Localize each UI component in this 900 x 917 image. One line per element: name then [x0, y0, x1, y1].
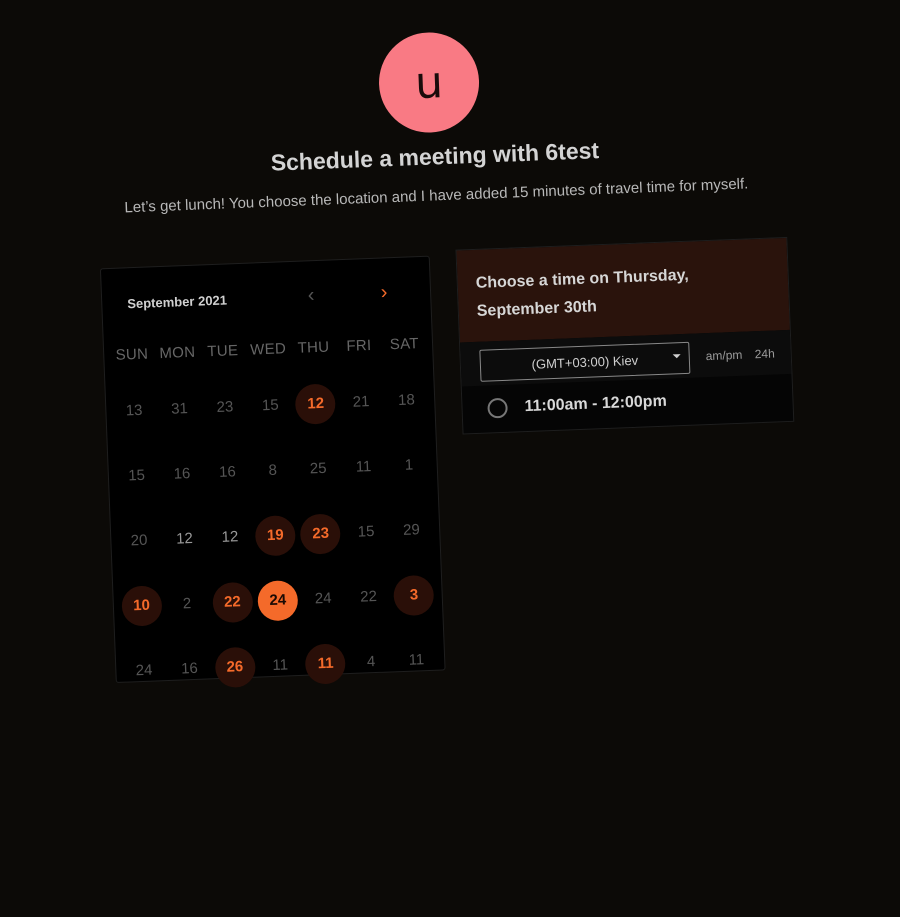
calendar-day[interactable]: 23 — [297, 500, 345, 567]
day-number: 3 — [393, 574, 435, 616]
day-number: 18 — [397, 391, 416, 409]
day-number: 15 — [357, 522, 375, 541]
calendar-day: 24 — [299, 565, 347, 632]
calendar-day: 20 — [115, 507, 163, 574]
calendar-day-selected[interactable]: 24 — [254, 567, 302, 634]
day-number: 4 — [366, 653, 376, 671]
weekday-label: FRI — [346, 336, 372, 355]
day-number: 25 — [309, 459, 327, 478]
calendar-day: 12 — [161, 505, 209, 572]
day-grid: 13 31 23 15 12 21 18 15 16 16 8 25 11 1 20 12 12 19 23 15 29… — [110, 367, 440, 704]
time-panel: Choose a time on Thursday, September 30t… — [455, 236, 795, 435]
day-number: 16 — [218, 463, 237, 481]
calendar-day: 16 — [203, 439, 251, 506]
calendar-day: 22 — [345, 563, 393, 630]
calendar-day: 25 — [294, 435, 342, 502]
day-number: 21 — [352, 393, 370, 411]
weekday-label: TUE — [206, 342, 239, 361]
day-number: 23 — [299, 512, 342, 555]
avatar: u — [377, 30, 481, 135]
calendar-day[interactable]: 19 — [251, 502, 299, 569]
day-number: 12 — [221, 528, 239, 546]
day-number: 11 — [272, 656, 289, 674]
radio-button[interactable] — [487, 397, 508, 419]
calendar-day: 11 — [393, 627, 441, 694]
timezone-value: (GMT+03:00) Kiev — [531, 352, 639, 372]
avatar-letter: u — [414, 56, 444, 109]
calendar-day: 11 — [340, 434, 388, 501]
calendar-day[interactable]: 11 — [302, 630, 350, 697]
calendar-day: 13 — [110, 377, 158, 444]
scheduler-page: u Schedule a meeting with 6test Let’s ge… — [0, 0, 900, 917]
chevron-left-icon: ‹ — [307, 283, 315, 306]
day-number: 16 — [180, 659, 199, 678]
calendar-day: 12 — [206, 504, 254, 571]
day-number: 19 — [254, 514, 297, 557]
prev-month-button[interactable]: ‹ — [299, 283, 324, 308]
24h-toggle[interactable]: 24h — [754, 346, 775, 361]
calendar-day: 15 — [113, 442, 161, 509]
day-number: 13 — [125, 401, 143, 420]
next-month-button[interactable]: › — [372, 280, 397, 305]
calendar-day: 2 — [163, 570, 211, 637]
calendar-day: 24 — [120, 637, 168, 704]
weekday-label: THU — [297, 338, 330, 357]
day-number: 15 — [261, 396, 279, 415]
day-number: 22 — [211, 581, 254, 623]
calendar-day: 18 — [383, 367, 431, 434]
weekday-row: SUN MON TUE WED THU FRI SAT — [109, 335, 427, 364]
time-slot-label: 11:00am - 12:00pm — [524, 392, 668, 416]
calendar-day[interactable]: 10 — [118, 572, 166, 639]
calendar-header: September 2021 ‹ › — [102, 277, 431, 320]
calendar-day[interactable]: 22 — [208, 569, 256, 636]
calendar-day: 15 — [246, 372, 294, 439]
day-number: 22 — [359, 587, 378, 606]
day-number: 10 — [120, 584, 163, 627]
day-number: 8 — [268, 461, 278, 479]
day-number: 11 — [355, 458, 372, 476]
calendar-day: 1 — [385, 432, 433, 499]
calendar-day[interactable]: 26 — [211, 634, 259, 701]
day-number: 29 — [402, 521, 421, 539]
calendar-day: 4 — [347, 628, 395, 695]
weekday-label: SUN — [115, 345, 149, 364]
ampm-toggle[interactable]: am/pm — [705, 348, 742, 363]
day-number: 12 — [175, 529, 194, 548]
day-number: 11 — [304, 642, 347, 685]
day-number: 1 — [404, 456, 414, 474]
calendar-day: 29 — [388, 497, 436, 564]
timezone-select[interactable]: (GMT+03:00) Kiev — [479, 341, 691, 382]
caret-down-icon — [672, 354, 681, 359]
day-number: 12 — [294, 382, 337, 425]
calendar-day: 16 — [166, 635, 214, 702]
weekday-label: WED — [249, 340, 287, 359]
calendar-day: 31 — [156, 376, 204, 443]
month-label: September 2021 — [127, 292, 228, 312]
weekday-label: MON — [159, 343, 196, 363]
day-number: 24 — [314, 589, 332, 608]
day-number: 2 — [182, 595, 192, 613]
time-panel-header: Choose a time on Thursday, September 30t… — [456, 237, 790, 343]
day-number: 24 — [257, 579, 299, 621]
chevron-right-icon: › — [380, 280, 388, 304]
day-number: 26 — [214, 646, 256, 688]
day-number: 15 — [127, 466, 146, 485]
calendar: September 2021 ‹ › SUN MON TUE WED THU FRI SAT… — [99, 255, 446, 688]
calendar-day[interactable]: 3 — [390, 562, 438, 629]
time-panel-title: Choose a time on Thursday, September 30t… — [475, 266, 690, 320]
day-number: 31 — [170, 400, 189, 418]
calendar-day: 8 — [249, 437, 297, 504]
calendar-day: 15 — [342, 498, 390, 565]
day-number: 23 — [216, 398, 234, 416]
calendar-day: 21 — [337, 369, 385, 436]
day-number: 11 — [408, 651, 425, 669]
calendar-day: 23 — [201, 374, 249, 441]
weekday-label: SAT — [389, 335, 420, 354]
day-number: 24 — [135, 661, 153, 680]
calendar-day: 11 — [256, 632, 304, 699]
day-number: 20 — [130, 531, 148, 550]
day-number: 16 — [173, 465, 191, 483]
calendar-day: 16 — [158, 440, 206, 507]
calendar-day[interactable]: 12 — [292, 370, 340, 437]
